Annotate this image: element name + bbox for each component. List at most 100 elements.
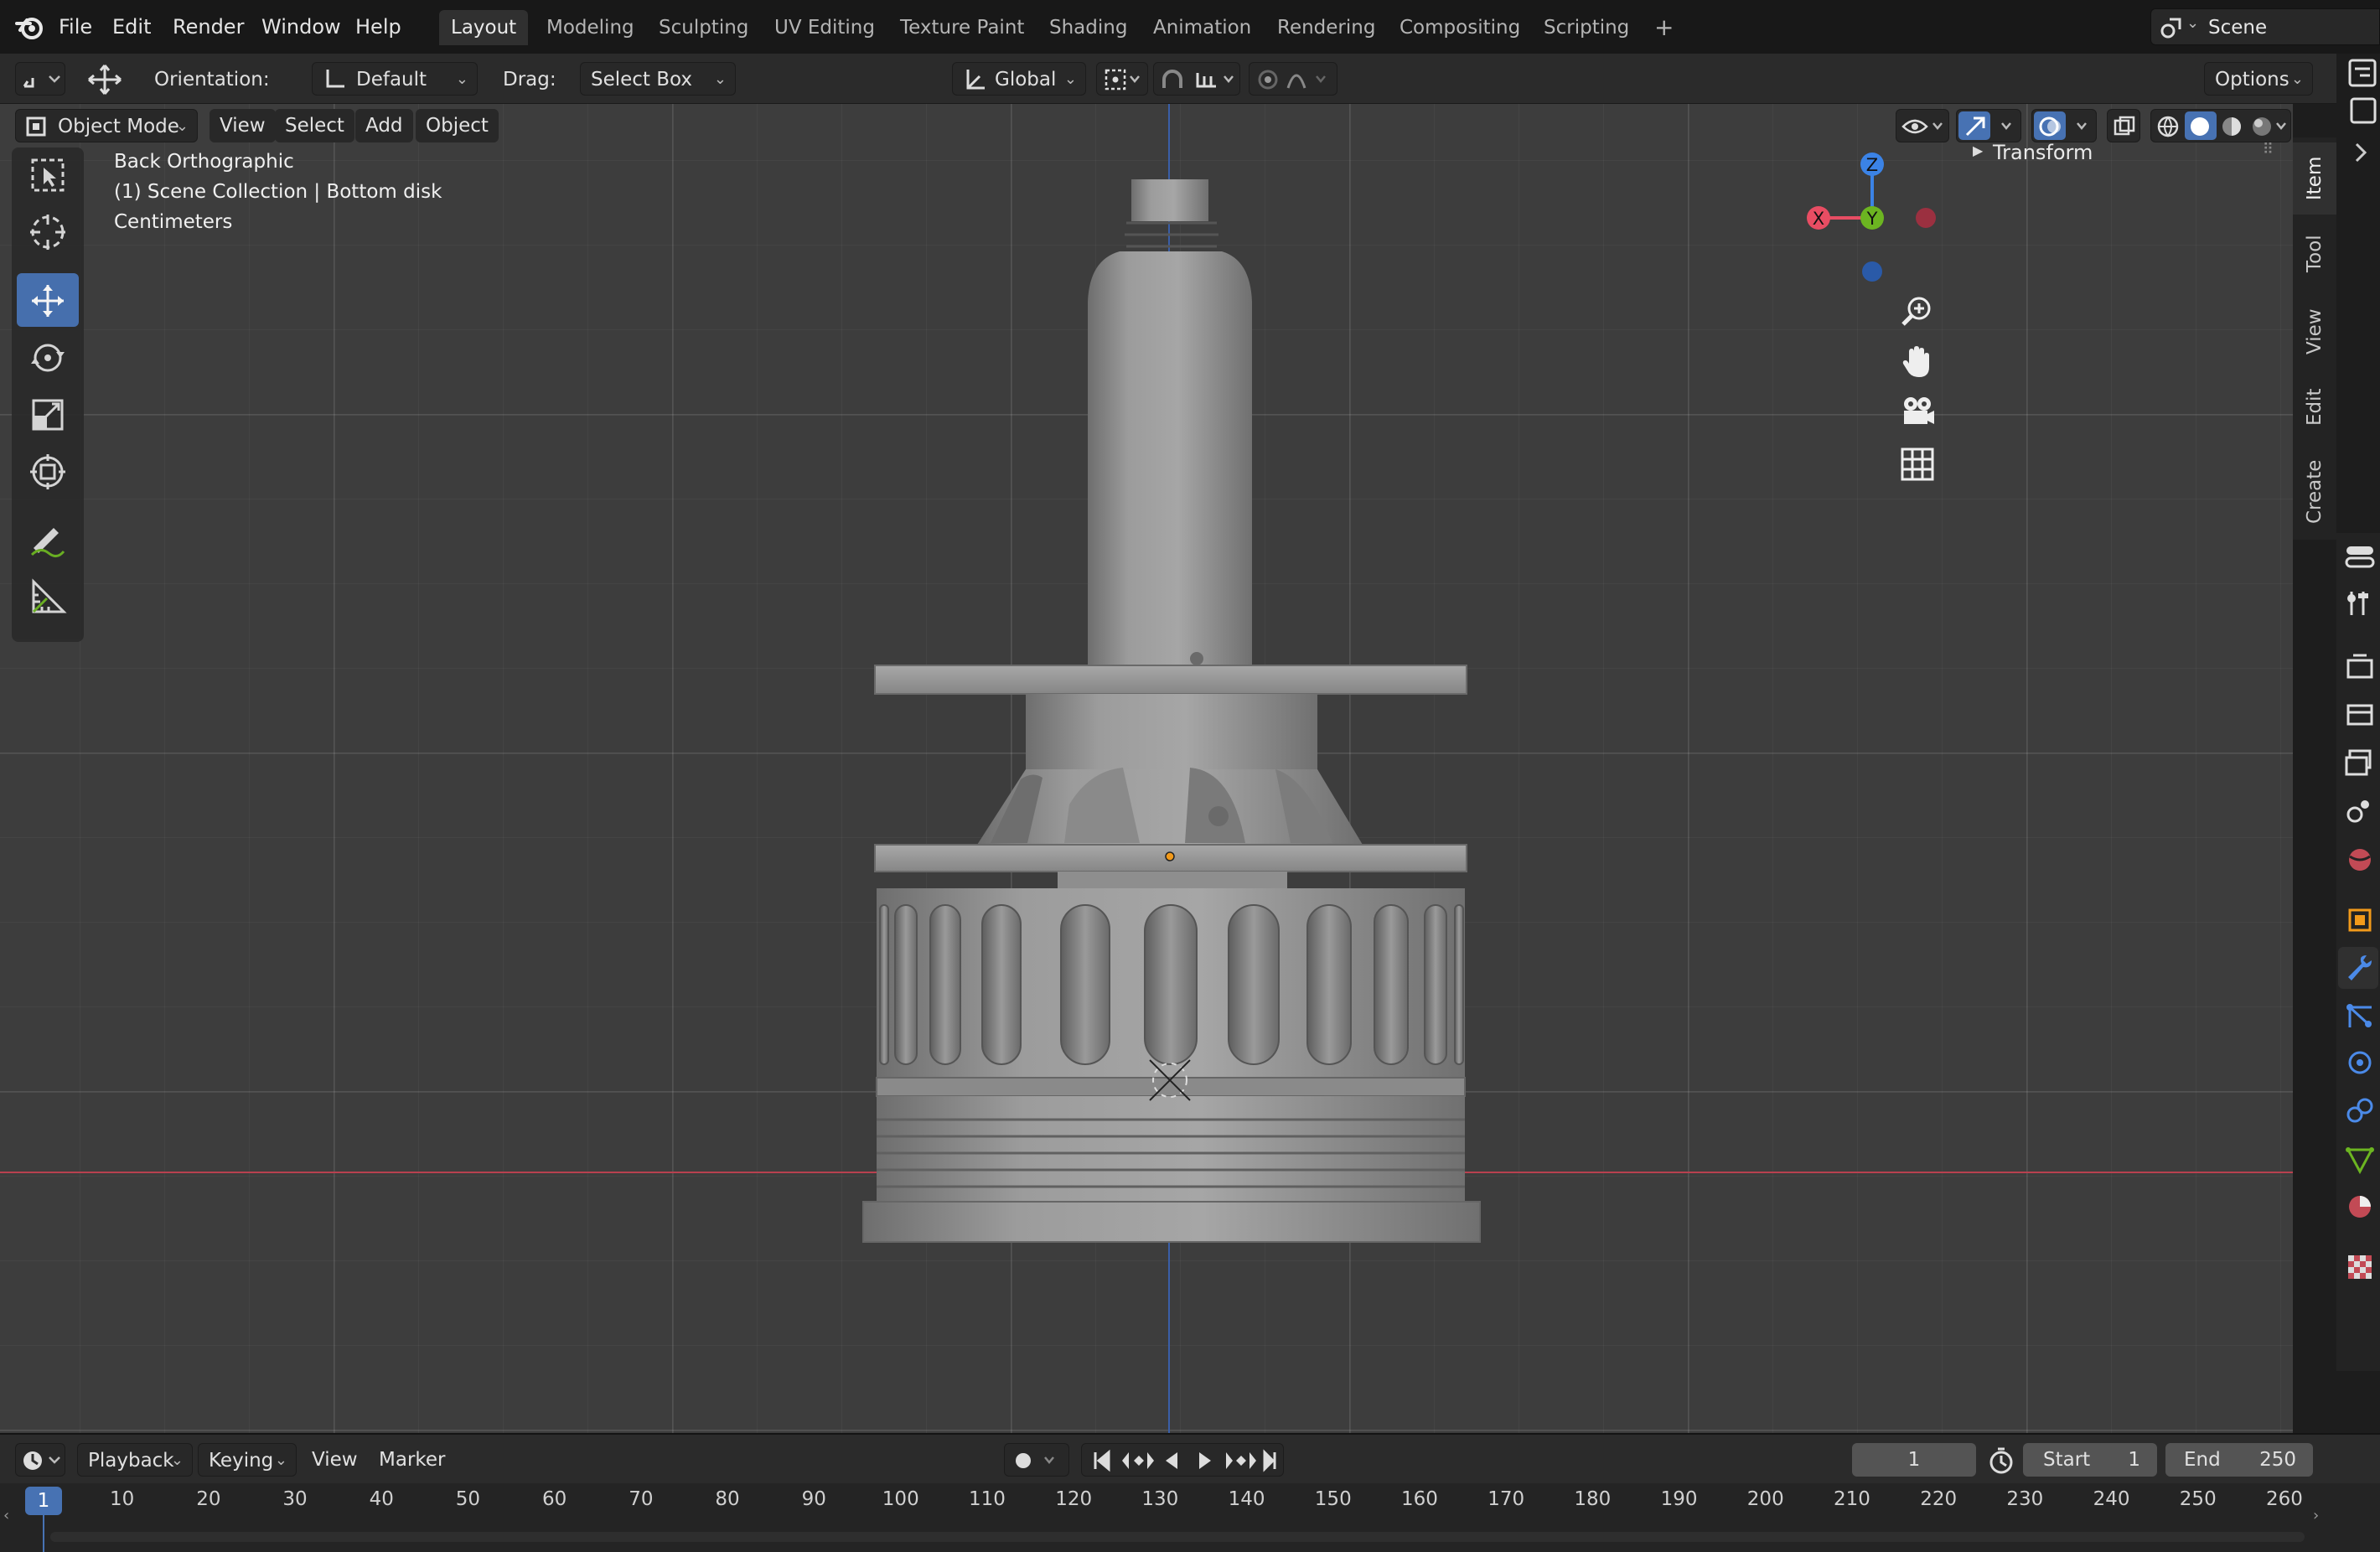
auto-keying-toggle[interactable] xyxy=(1004,1443,1069,1477)
menu-file[interactable]: File xyxy=(54,8,97,45)
tab-animation[interactable]: Animation xyxy=(1141,10,1263,45)
texture-icon[interactable] xyxy=(2343,1252,2377,1282)
add-workspace-button[interactable]: + xyxy=(1643,10,1685,45)
viewport-menu-select[interactable]: Select xyxy=(275,109,354,142)
pan-hand-icon[interactable] xyxy=(1899,344,1936,380)
sidebar-tab-item[interactable]: Item xyxy=(2293,142,2336,215)
tab-uv-editing[interactable]: UV Editing xyxy=(763,10,887,45)
orientation-dropdown[interactable]: Default ⌄ xyxy=(312,62,478,96)
ortho-grid-icon[interactable] xyxy=(1899,446,1936,483)
object-properties-icon[interactable] xyxy=(2343,905,2377,935)
tab-layout[interactable]: Layout xyxy=(439,10,529,45)
constraints-icon[interactable] xyxy=(2343,1096,2377,1126)
sidebar-tab-create[interactable]: Create xyxy=(2293,444,2336,540)
scale-tool[interactable] xyxy=(17,387,79,441)
view-layer-icon[interactable] xyxy=(2343,748,2377,778)
measure-tool[interactable] xyxy=(17,570,79,623)
world-properties-icon[interactable] xyxy=(2343,845,2377,875)
transform-tool[interactable] xyxy=(17,444,79,498)
eye-icon xyxy=(1901,119,1943,134)
pivot-point-dropdown[interactable] xyxy=(1096,62,1148,96)
menu-help[interactable]: Help xyxy=(350,8,406,45)
select-box-tool[interactable] xyxy=(17,147,79,201)
timeline-tick-label: 210 xyxy=(1834,1488,1870,1510)
scroll-right-icon[interactable]: › xyxy=(2313,1507,2319,1524)
select-box-icon xyxy=(31,158,65,192)
material-icon[interactable] xyxy=(2343,1192,2377,1222)
orientation-label: Orientation: xyxy=(154,69,270,91)
stopwatch-icon[interactable] xyxy=(1986,1446,2016,1475)
timeline-header: Playback ⌄ Keying ⌄ View Marker 1 Start 1 … xyxy=(0,1433,2380,1483)
mode-dropdown[interactable]: Object Mode ⌄ xyxy=(15,109,198,142)
tab-shading[interactable]: Shading xyxy=(1037,10,1139,45)
timeline-tick-label: 190 xyxy=(1660,1488,1698,1510)
chevron-down-icon: ⌄ xyxy=(713,70,727,88)
sidebar-tab-tool[interactable]: Tool xyxy=(2293,218,2336,290)
cursor-tool[interactable] xyxy=(17,204,79,258)
scene-selector[interactable]: ⌄ Scene xyxy=(2150,8,2380,45)
start-frame-field[interactable]: Start 1 xyxy=(2023,1443,2157,1477)
scroll-arrow-icon[interactable] xyxy=(2348,137,2378,168)
tool-properties-icon[interactable] xyxy=(2343,541,2377,572)
wrench-icon[interactable] xyxy=(2343,952,2377,982)
timeline-tick-label: 140 xyxy=(1228,1488,1265,1510)
object-data-icon[interactable] xyxy=(2343,1145,2377,1175)
proportional-editing-controls[interactable] xyxy=(1249,62,1337,96)
tab-compositing[interactable]: Compositing xyxy=(1388,10,1532,45)
navigation-gizmo[interactable]: Z X Y xyxy=(1793,142,1944,293)
scroll-left-icon[interactable]: ‹ xyxy=(3,1507,9,1524)
physics-icon[interactable] xyxy=(2343,1048,2377,1078)
output-properties-icon[interactable] xyxy=(2343,701,2377,731)
timeline-tick-label: 130 xyxy=(1141,1488,1179,1510)
end-frame-field[interactable]: End 250 xyxy=(2165,1443,2313,1477)
camera-view-icon[interactable] xyxy=(1899,394,1936,431)
options-dropdown[interactable]: Options ⌄ xyxy=(2204,62,2313,96)
end-label: End xyxy=(2184,1449,2221,1471)
scene-properties-icon[interactable] xyxy=(2343,796,2377,826)
properties-icon[interactable] xyxy=(2348,96,2378,126)
tab-rendering[interactable]: Rendering xyxy=(1265,10,1387,45)
particles-icon[interactable] xyxy=(2343,1001,2377,1031)
viewport-menu-object[interactable]: Object xyxy=(416,109,499,142)
sidebar-tab-view[interactable]: View xyxy=(2293,293,2336,370)
keying-menu[interactable]: Keying ⌄ xyxy=(198,1443,297,1477)
annotate-tool[interactable] xyxy=(17,513,79,566)
drag-handle-icon[interactable]: ⠿ xyxy=(2263,141,2274,158)
viewport-menu-view[interactable]: View xyxy=(210,109,276,142)
timeline-editor-type[interactable] xyxy=(15,1443,65,1477)
zoom-icon[interactable] xyxy=(1899,293,1936,330)
menu-edit[interactable]: Edit xyxy=(107,8,156,45)
start-label: Start xyxy=(2043,1449,2091,1471)
current-frame-field[interactable]: 1 xyxy=(1852,1443,1976,1477)
tab-modeling[interactable]: Modeling xyxy=(535,10,646,45)
editor-type-button[interactable] xyxy=(15,62,65,96)
blender-logo-icon[interactable] xyxy=(13,10,47,44)
move-tool[interactable] xyxy=(17,273,79,327)
timeline-menu-view[interactable]: View xyxy=(302,1443,368,1477)
menu-window[interactable]: Window xyxy=(256,8,346,45)
tab-scripting[interactable]: Scripting xyxy=(1532,10,1641,45)
viewport-menu-add[interactable]: Add xyxy=(355,109,413,142)
playhead-indicator[interactable]: 1 xyxy=(25,1487,62,1515)
timeline-scrollbar[interactable] xyxy=(50,1532,2305,1542)
transform-orientation-dropdown[interactable]: Global ⌄ xyxy=(952,62,1086,96)
visibility-dropdown[interactable] xyxy=(1896,109,1949,142)
render-properties-icon[interactable] xyxy=(2343,652,2377,682)
timeline-tick-label: 250 xyxy=(2179,1488,2217,1510)
rotate-tool[interactable] xyxy=(17,330,79,384)
outliner-icon[interactable] xyxy=(2346,57,2380,91)
tab-texture-paint[interactable]: Texture Paint xyxy=(888,10,1036,45)
timeline-menu-marker[interactable]: Marker xyxy=(369,1443,456,1477)
sidebar-tab-edit[interactable]: Edit xyxy=(2293,374,2336,441)
drag-dropdown[interactable]: Select Box ⌄ xyxy=(580,62,736,96)
tool-settings-icon[interactable] xyxy=(2343,588,2377,618)
tab-sculpting[interactable]: Sculpting xyxy=(647,10,760,45)
menu-render[interactable]: Render xyxy=(168,8,249,45)
snap-controls[interactable] xyxy=(1153,62,1240,96)
playback-menu[interactable]: Playback ⌄ xyxy=(77,1443,193,1477)
3d-viewport[interactable] xyxy=(0,104,2293,1433)
keying-label: Keying xyxy=(209,1450,274,1472)
start-value: 1 xyxy=(2128,1449,2140,1471)
sidebar-transform-header[interactable]: ▶ Transform ⠿ xyxy=(1949,134,2289,174)
playback-controls[interactable] xyxy=(1081,1443,1284,1477)
